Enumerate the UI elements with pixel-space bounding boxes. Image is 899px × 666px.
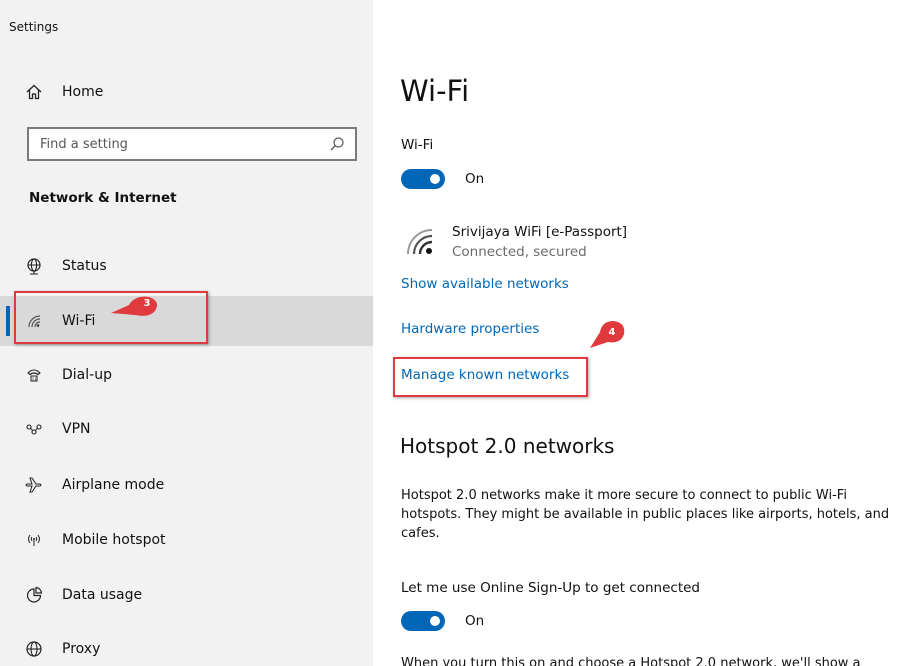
search-input[interactable] (29, 129, 319, 159)
annotation-badge-label: 3 (143, 298, 151, 309)
show-available-networks-link[interactable]: Show available networks (401, 276, 569, 292)
sidebar-item-status[interactable]: Status (0, 241, 373, 291)
sidebar-item-label: Airplane mode (62, 477, 165, 493)
home-icon (24, 82, 44, 102)
online-signup-toggle-state: On (465, 613, 485, 629)
sidebar-item-airplane-mode[interactable]: Airplane mode (0, 460, 373, 510)
annotation-badge-3: 3 (111, 293, 163, 321)
airplane-icon (24, 475, 44, 495)
page-title: Wi-Fi (400, 74, 470, 108)
sidebar-item-dialup[interactable]: Dial-up (0, 350, 373, 400)
sidebar-item-label: Data usage (62, 587, 143, 603)
network-name[interactable]: Srivijaya WiFi [e-Passport] (452, 224, 627, 240)
sidebar-item-mobile-hotspot[interactable]: Mobile hotspot (0, 515, 373, 565)
sidebar-item-data-usage[interactable]: Data usage (0, 570, 373, 620)
hardware-properties-link[interactable]: Hardware properties (401, 321, 539, 337)
toggle-knob (430, 174, 440, 184)
hotspot-description: Hotspot 2.0 networks make it more secure… (401, 488, 890, 541)
sidebar-item-vpn[interactable]: VPN (0, 404, 373, 454)
online-signup-toggle[interactable] (401, 611, 445, 631)
search-icon[interactable] (329, 136, 345, 152)
sidebar-item-label: Status (62, 258, 107, 274)
search-box[interactable] (27, 127, 357, 161)
data-usage-icon (24, 585, 44, 605)
proxy-globe-icon (24, 639, 44, 659)
app-title: Settings (9, 20, 59, 34)
toggle-knob (430, 616, 440, 626)
selection-indicator (6, 306, 10, 336)
sidebar-item-proxy[interactable]: Proxy (0, 624, 373, 666)
dialup-icon (24, 365, 44, 385)
hotspot-footer-text: When you turn this on and choose a Hotsp… (401, 656, 861, 666)
sidebar-item-label: Proxy (62, 641, 101, 657)
online-signup-label: Let me use Online Sign-Up to get connect… (401, 580, 700, 596)
annotation-callout-manage (393, 357, 588, 397)
vpn-icon (24, 419, 44, 439)
wifi-toggle[interactable] (401, 169, 445, 189)
network-status: Connected, secured (452, 244, 587, 260)
hotspot-section-title: Hotspot 2.0 networks (400, 434, 615, 458)
sidebar: Settings Home Network & Internet Status … (0, 0, 373, 666)
wifi-toggle-state: On (465, 171, 485, 187)
sidebar-item-label: Mobile hotspot (62, 532, 166, 548)
sidebar-item-home[interactable]: Home (0, 67, 373, 117)
annotation-badge-label: 4 (608, 327, 616, 338)
mobile-hotspot-icon (24, 530, 44, 550)
section-heading: Network & Internet (29, 190, 177, 206)
wifi-label: Wi-Fi (401, 137, 434, 153)
status-globe-icon (24, 256, 44, 276)
wifi-signal-icon (404, 226, 438, 260)
annotation-badge-4: 4 (586, 318, 630, 350)
sidebar-item-label: Dial-up (62, 367, 112, 383)
sidebar-item-label: Home (62, 84, 104, 100)
sidebar-item-label: VPN (62, 421, 91, 437)
